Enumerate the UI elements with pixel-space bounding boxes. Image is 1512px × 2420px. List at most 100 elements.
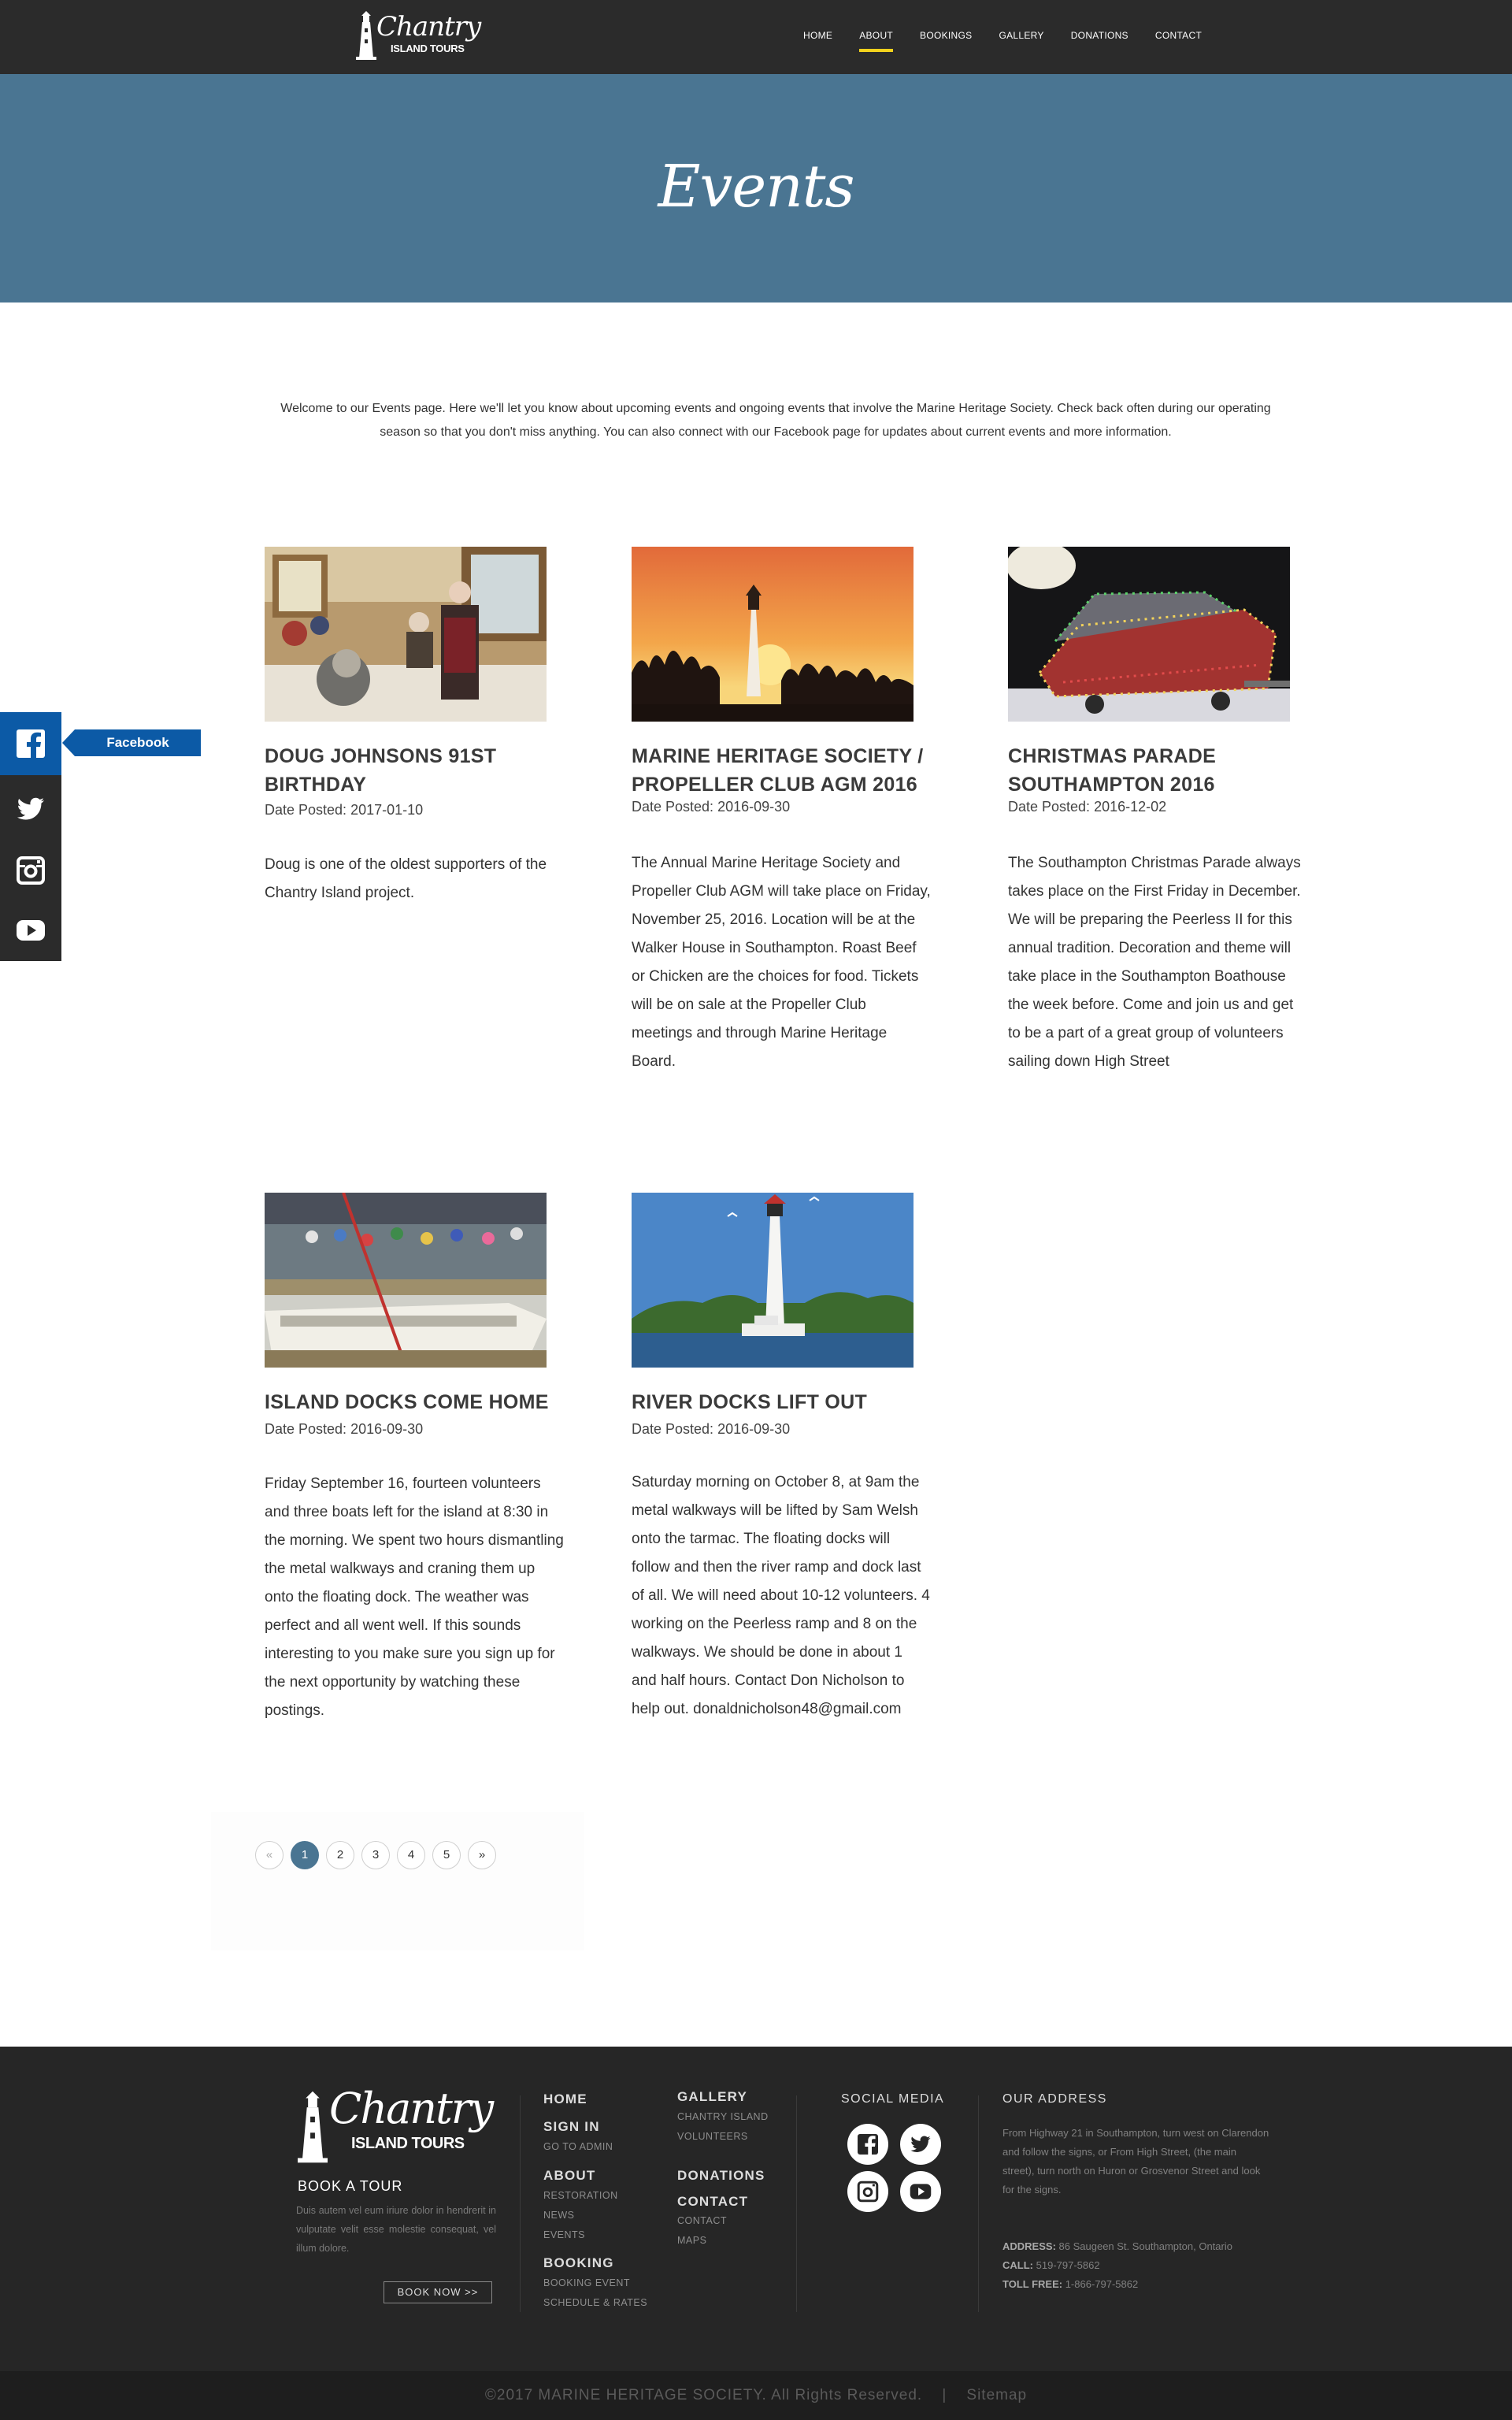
lighthouse-logo-icon	[298, 2091, 328, 2163]
sitemap-link[interactable]: Sitemap	[966, 2387, 1027, 2403]
tollfree-label: TOLL FREE:	[1002, 2278, 1063, 2290]
event-photo-lighthouse-sunset[interactable]	[632, 547, 914, 722]
pagination-panel	[211, 1812, 584, 1950]
nav-bookings[interactable]: BOOKINGS	[920, 30, 972, 52]
footer-link-chantry-island[interactable]: CHANTRY ISLAND	[677, 2111, 769, 2122]
event-body: Doug is one of the oldest supporters of …	[265, 856, 547, 901]
event-body: Friday September 16, fourteen volunteers…	[265, 1475, 564, 1719]
footer-link-news[interactable]: NEWS	[543, 2210, 575, 2221]
nav-about[interactable]: ABOUT	[859, 30, 893, 52]
twitter-icon[interactable]	[16, 794, 46, 824]
call-line: CALL: 519-797-5862	[1002, 2259, 1100, 2271]
site-logo[interactable]: Chantry ISLAND TOURS	[356, 11, 481, 61]
event-photo-island-docks[interactable]	[265, 1193, 547, 1368]
hero-banner: Events	[0, 74, 1512, 302]
address-label: ADDRESS:	[1002, 2240, 1056, 2252]
event-title[interactable]: CHRISTMAS PARADE SOUTHAMPTON 2016	[1008, 742, 1307, 799]
event-title[interactable]: DOUG JOHNSONS 91ST BIRTHDAY	[265, 742, 564, 799]
instagram-icon	[857, 2181, 879, 2203]
footer-link-home[interactable]: HOME	[543, 2092, 587, 2107]
footer-divider	[796, 2095, 797, 2312]
nav-home[interactable]: HOME	[803, 30, 832, 52]
social-sidebar	[0, 712, 61, 961]
pagination-page-3[interactable]: 3	[361, 1841, 390, 1869]
footer-logo-script: Chantry	[329, 2084, 494, 2133]
call-value[interactable]: 519-797-5862	[1036, 2259, 1100, 2271]
footer-link-sign-in[interactable]: SIGN IN	[543, 2119, 600, 2135]
footer-twitter[interactable]	[900, 2124, 941, 2165]
lighthouse-logo-icon	[356, 11, 376, 60]
footer-divider	[520, 2095, 521, 2312]
youtube-icon	[910, 2184, 932, 2199]
footer-link-go-to-admin[interactable]: GO TO ADMIN	[543, 2141, 613, 2152]
footer-youtube[interactable]	[900, 2171, 941, 2212]
logo-subtitle: ISLAND TOURS	[391, 43, 465, 54]
copyright-text: ©2017 MARINE HERITAGE SOCIETY. All Right…	[484, 2387, 923, 2403]
site-footer: Chantry ISLAND TOURS	[0, 2047, 1512, 2371]
footer-link-booking-event[interactable]: BOOKING EVENT	[543, 2277, 630, 2288]
facebook-icon	[17, 729, 45, 758]
footer-link-schedule-rates[interactable]: SCHEDULE & RATES	[543, 2297, 647, 2308]
event-date: Date Posted: 2017-01-10	[265, 802, 424, 818]
twitter-icon	[910, 2136, 931, 2152]
facebook-tag[interactable]: Facebook	[62, 729, 201, 756]
address-line: ADDRESS: 86 Saugeen St. Southampton, Ont…	[1002, 2240, 1232, 2252]
page-title: Events	[658, 153, 855, 221]
tollfree-line: TOLL FREE: 1-866-797-5862	[1002, 2278, 1138, 2290]
footer-facebook[interactable]	[847, 2124, 888, 2165]
address-value: 86 Saugeen St. Southampton, Ontario	[1058, 2240, 1232, 2252]
footer-link-restoration[interactable]: RESTORATION	[543, 2190, 618, 2201]
event-title[interactable]: ISLAND DOCKS COME HOME	[265, 1388, 564, 1416]
logo-script-text: Chantry	[376, 11, 481, 43]
book-tour-text: Duis autem vel eum iriure dolor in hendr…	[296, 2205, 496, 2254]
event-title[interactable]: RIVER DOCKS LIFT OUT	[632, 1388, 931, 1416]
nav-donations[interactable]: DONATIONS	[1071, 30, 1128, 52]
nav-contact[interactable]: CONTACT	[1155, 30, 1202, 52]
pagination: « 1 2 3 4 5 »	[255, 1841, 496, 1869]
directions-text: From Highway 21 in Southampton, turn wes…	[1002, 2127, 1269, 2195]
footer-link-contact-head[interactable]: CONTACT	[677, 2194, 748, 2210]
youtube-icon[interactable]	[16, 915, 46, 945]
footer-divider	[978, 2095, 979, 2312]
footer-instagram[interactable]	[847, 2171, 888, 2212]
footer-link-contact[interactable]: CONTACT	[677, 2215, 727, 2226]
event-photo-birthday[interactable]	[265, 547, 547, 722]
nav-gallery[interactable]: GALLERY	[999, 30, 1043, 52]
footer-link-volunteers[interactable]: VOLUNTEERS	[677, 2131, 748, 2142]
event-title[interactable]: MARINE HERITAGE SOCIETY / PROPELLER CLUB…	[632, 742, 931, 799]
event-photo-river-docks[interactable]	[632, 1193, 914, 1368]
footer-link-about[interactable]: ABOUT	[543, 2168, 595, 2184]
pagination-page-5[interactable]: 5	[432, 1841, 461, 1869]
footer-logo[interactable]: Chantry ISLAND TOURS	[298, 2086, 494, 2165]
footer-link-gallery[interactable]: GALLERY	[677, 2089, 747, 2105]
pagination-page-2[interactable]: 2	[326, 1841, 354, 1869]
call-label: CALL:	[1002, 2259, 1033, 2271]
our-address-title: OUR ADDRESS	[1002, 2092, 1107, 2106]
footer-link-booking[interactable]: BOOKING	[543, 2255, 614, 2271]
copyright-line: ©2017 MARINE HERITAGE SOCIETY. All Right…	[0, 2387, 1512, 2404]
event-date: Date Posted: 2016-09-30	[632, 799, 791, 815]
event-date: Date Posted: 2016-09-30	[265, 1421, 424, 1437]
top-navigation-bar: Chantry ISLAND TOURS HOME ABOUT BOOKINGS…	[0, 0, 1512, 74]
copyright-bar: ©2017 MARINE HERITAGE SOCIETY. All Right…	[0, 2371, 1512, 2420]
event-body: The Annual Marine Heritage Society and P…	[632, 855, 931, 1070]
pagination-prev[interactable]: «	[255, 1841, 284, 1869]
book-tour-title: BOOK A TOUR	[298, 2178, 403, 2194]
event-body: The Southampton Christmas Parade always …	[1008, 855, 1301, 1070]
instagram-icon[interactable]	[16, 856, 46, 885]
event-date: Date Posted: 2016-12-02	[1008, 799, 1167, 815]
pagination-next[interactable]: »	[468, 1841, 496, 1869]
book-now-button[interactable]: BOOK NOW >>	[384, 2281, 492, 2303]
pagination-page-4[interactable]: 4	[397, 1841, 425, 1869]
footer-link-events[interactable]: EVENTS	[543, 2229, 585, 2240]
sidebar-facebook[interactable]	[0, 712, 61, 775]
event-date: Date Posted: 2016-09-30	[632, 1421, 791, 1437]
event-photo-christmas-boat[interactable]	[1008, 547, 1290, 722]
tollfree-value[interactable]: 1-866-797-5862	[1065, 2278, 1139, 2290]
pagination-page-1[interactable]: 1	[291, 1841, 319, 1869]
facebook-icon	[858, 2134, 878, 2155]
copyright-separator: |	[942, 2387, 947, 2403]
footer-link-donations[interactable]: DONATIONS	[677, 2168, 765, 2184]
footer-link-maps[interactable]: MAPS	[677, 2235, 706, 2246]
intro-text: Welcome to our Events page. Here we'll l…	[280, 402, 1271, 439]
